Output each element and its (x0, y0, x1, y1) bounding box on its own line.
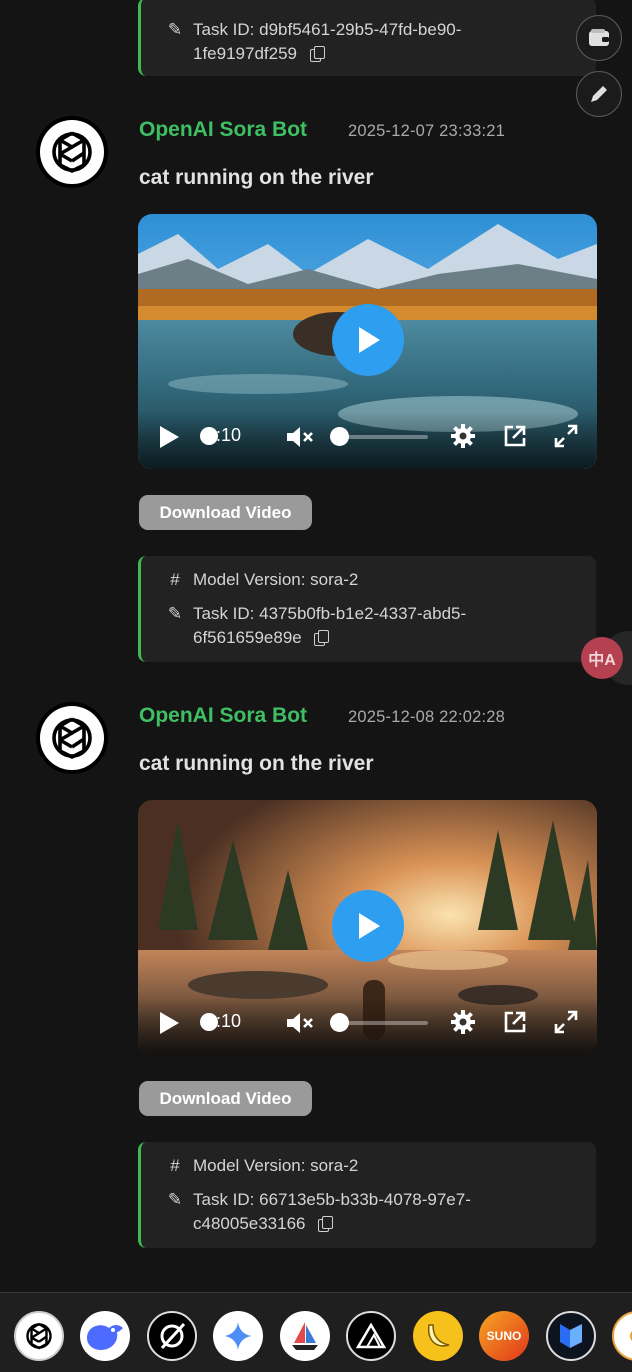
wallet-button[interactable] (576, 15, 622, 61)
video-time: 0:10 (206, 1011, 242, 1031)
task-id-value-cont: 1fe9197df259 (193, 44, 297, 63)
dock-blue-logo[interactable] (546, 1311, 596, 1361)
model-version-row: # Model Version: sora-2 (167, 1154, 580, 1178)
open-external-icon[interactable] (503, 424, 527, 448)
dock-deepseek[interactable] (80, 1311, 130, 1361)
dock-sailboat[interactable] (280, 1311, 330, 1361)
openai-logo-icon (40, 120, 104, 184)
task-id-value: 66713e5b-b33b-4078-97e7- (259, 1190, 471, 1209)
fullscreen-icon[interactable] (554, 424, 578, 448)
pencil-icon: ✎ (167, 20, 183, 39)
task-id-value: d9bf5461-29b5-47fd-be90- (259, 20, 462, 39)
task-info-card: # Model Version: sora-2 ✎ Task ID: 4375b… (138, 556, 596, 662)
hash-icon: # (170, 570, 180, 589)
task-id-value: 4375b0fb-b1e2-4337-abd5- (259, 604, 467, 623)
play-icon (359, 327, 380, 353)
grok-icon (160, 1322, 186, 1350)
dock-gemini[interactable] (213, 1311, 263, 1361)
muted-volume-icon[interactable] (286, 1012, 314, 1034)
video-controls: 0:10 (138, 411, 597, 469)
wallet-icon (589, 29, 609, 46)
open-external-icon[interactable] (503, 1010, 527, 1034)
settings-gear-icon[interactable] (451, 1010, 475, 1034)
settings-gear-icon[interactable] (451, 424, 475, 448)
download-video-button[interactable]: Download Video (139, 495, 312, 530)
task-info-card: # Model Version: sora-2 ✎ Task ID: 66713… (138, 1142, 596, 1248)
task-id-value-cont: c48005e33166 (193, 1214, 306, 1233)
hash-icon: # (170, 1156, 180, 1175)
black-forest-labs-icon (356, 1323, 386, 1349)
sender-name: OpenAI Sora Bot (139, 704, 308, 727)
model-version-row: # Model Version: sora-2 (167, 568, 580, 592)
banana-icon (427, 1324, 450, 1347)
task-id-row: ✎ Task ID: 4375b0fb-b1e2-4337-abd5- 6f56… (167, 602, 580, 650)
dock-grok[interactable] (147, 1311, 197, 1361)
message-feed[interactable]: ✎ Task ID: d9bf5461-29b5-47fd-be90- 1fe9… (0, 0, 632, 1292)
dock-suno[interactable]: SUNO (479, 1311, 529, 1361)
openai-avatar (36, 116, 108, 188)
play-overlay-button[interactable] (332, 890, 404, 962)
video-time: 0:10 (206, 425, 242, 445)
copy-icon[interactable] (314, 630, 330, 646)
message-timestamp: 2025-12-07 23:33:21 (348, 122, 506, 140)
openai-icon (26, 1322, 52, 1350)
model-version-text: Model Version: sora-2 (193, 570, 359, 589)
blue-logo-icon (560, 1324, 582, 1348)
task-id-row: ✎ Task ID: d9bf5461-29b5-47fd-be90- 1fe9… (167, 18, 580, 66)
task-id-label: Task ID: (193, 20, 255, 39)
suno-icon: SUNO (486, 1329, 522, 1343)
model-version-text: Model Version: sora-2 (193, 1156, 359, 1175)
dock-banana[interactable] (413, 1311, 463, 1361)
pencil-icon (591, 86, 607, 102)
pencil-icon: ✎ (167, 1190, 183, 1209)
volume-slider[interactable] (338, 435, 428, 439)
muted-volume-icon[interactable] (286, 426, 314, 448)
volume-slider[interactable] (338, 1021, 428, 1025)
sender-name: OpenAI Sora Bot (139, 118, 308, 141)
pencil-icon: ✎ (167, 604, 183, 623)
dock-openai[interactable] (14, 1311, 64, 1361)
video-player[interactable]: 0:10 (138, 214, 597, 469)
openai-avatar (36, 702, 108, 774)
play-overlay-button[interactable] (332, 304, 404, 376)
play-icon[interactable] (158, 425, 180, 449)
edit-button[interactable] (576, 71, 622, 117)
play-icon (359, 913, 380, 939)
sailboat-icon (292, 1322, 318, 1350)
task-id-value-cont: 6f561659e89e (193, 628, 302, 647)
dock-black-forest-labs[interactable] (346, 1311, 396, 1361)
deepseek-icon (87, 1325, 123, 1350)
fullscreen-icon[interactable] (554, 1010, 578, 1034)
gemini-icon (224, 1322, 252, 1350)
download-video-button[interactable]: Download Video (139, 1081, 312, 1116)
task-id-label: Task ID: (193, 604, 255, 623)
task-id-label: Task ID: (193, 1190, 255, 1209)
task-id-row: ✎ Task ID: 66713e5b-b33b-4078-97e7- c480… (167, 1188, 580, 1236)
video-controls: 0:10 (138, 997, 597, 1055)
openai-logo-icon (40, 706, 104, 770)
copy-icon[interactable] (309, 46, 325, 62)
dock-partial[interactable] (612, 1311, 632, 1361)
play-icon[interactable] (158, 1011, 180, 1035)
volume-knob[interactable] (330, 1013, 349, 1032)
volume-knob[interactable] (330, 427, 349, 446)
prompt-text: cat running on the river (139, 752, 374, 775)
message-timestamp: 2025-12-08 22:02:28 (348, 708, 506, 726)
video-player[interactable]: 0:10 (138, 800, 597, 1055)
copy-icon[interactable] (318, 1216, 334, 1232)
translate-button[interactable]: 中A (581, 637, 623, 679)
task-info-card: ✎ Task ID: d9bf5461-29b5-47fd-be90- 1fe9… (138, 0, 596, 76)
model-dock: SUNO (0, 1292, 632, 1372)
prompt-text: cat running on the river (139, 166, 374, 189)
